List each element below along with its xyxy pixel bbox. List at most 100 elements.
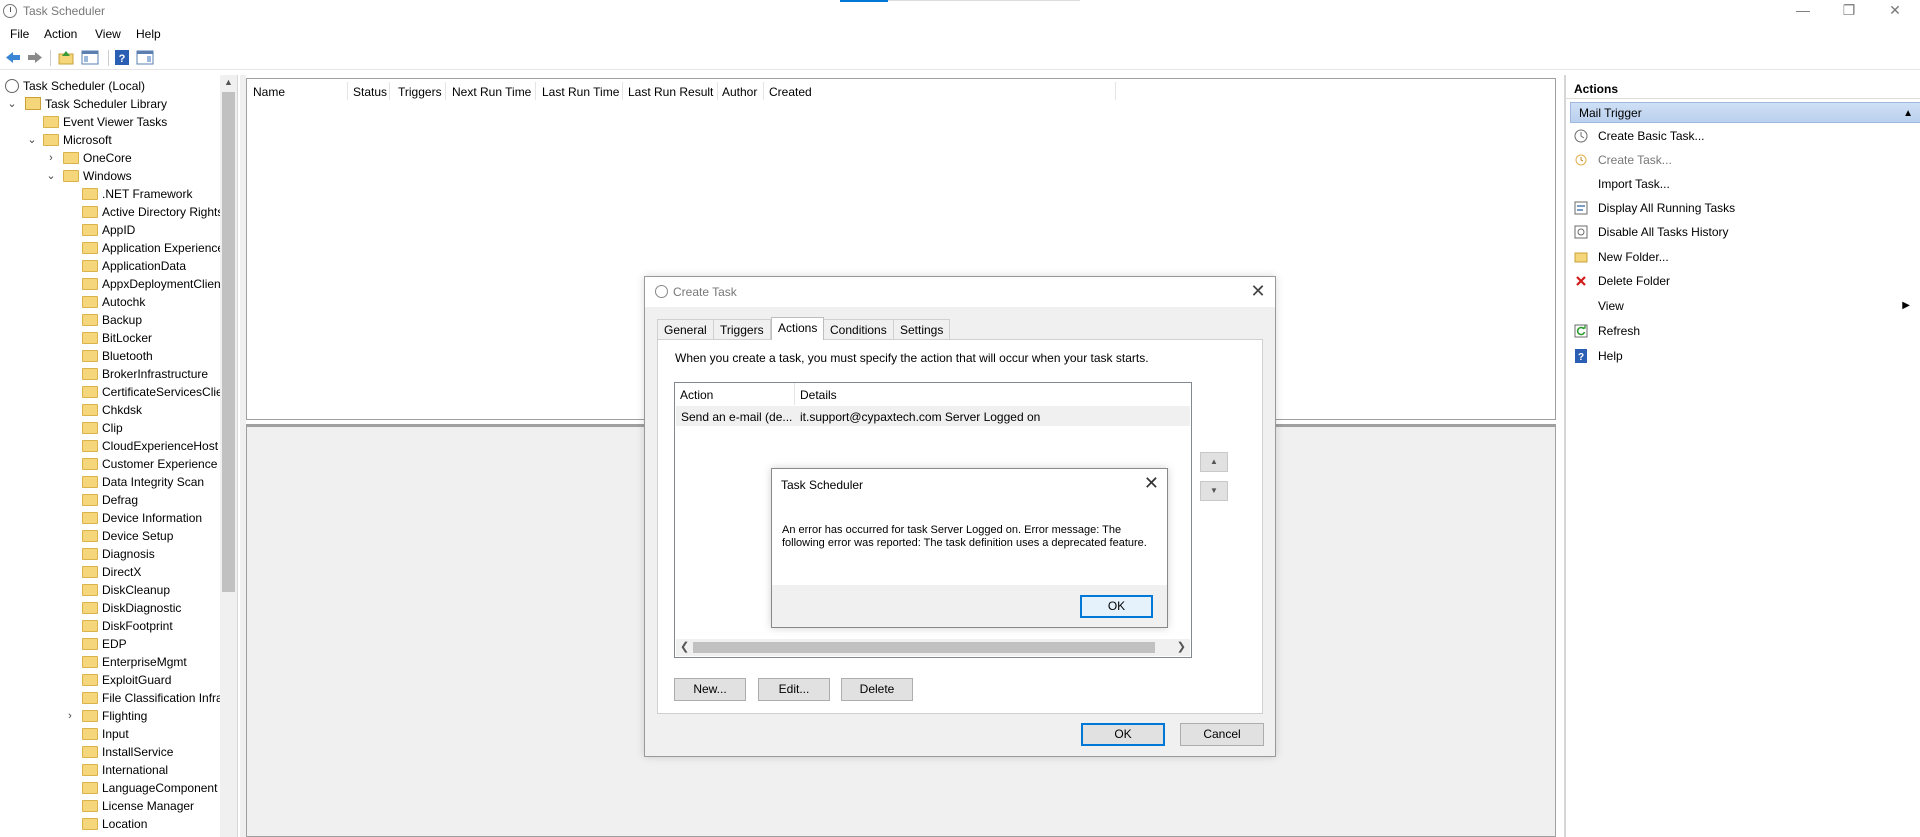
tree-item-task-scheduler-library[interactable]: Task Scheduler Library bbox=[25, 95, 167, 113]
tree-item-event-viewer-tasks[interactable]: Event Viewer Tasks bbox=[43, 113, 167, 131]
column-details[interactable]: Details bbox=[800, 388, 837, 402]
scroll-thumb[interactable] bbox=[693, 642, 1155, 653]
tab-general[interactable]: General bbox=[657, 319, 714, 339]
expand-arrow-icon[interactable]: ⌄ bbox=[7, 95, 17, 113]
tree-item-folder[interactable]: Device Information bbox=[82, 509, 202, 527]
tree-item-folder[interactable]: Location bbox=[82, 815, 147, 833]
help-icon[interactable]: ? bbox=[113, 49, 131, 66]
tree-item-folder[interactable]: Defrag bbox=[82, 491, 138, 509]
tree-item-folder[interactable]: CloudExperienceHost bbox=[82, 437, 218, 455]
tree-scrollbar[interactable]: ▲ bbox=[220, 75, 237, 837]
collapse-up-icon[interactable]: ▲ bbox=[1903, 103, 1913, 124]
tree-item-folder[interactable]: DirectX bbox=[82, 563, 141, 581]
tree-item-folder[interactable]: Customer Experience I bbox=[82, 455, 224, 473]
actions-section-mail-trigger[interactable]: Mail Trigger ▲ bbox=[1570, 102, 1920, 123]
forward-icon[interactable] bbox=[26, 49, 44, 66]
tree-item-folder[interactable]: Active Directory Rights bbox=[82, 203, 223, 221]
tree-item-folder[interactable]: EnterpriseMgmt bbox=[82, 653, 187, 671]
action-create-task[interactable]: Create Task... bbox=[1566, 150, 1918, 170]
tree-item-folder[interactable]: .NET Framework bbox=[82, 185, 192, 203]
list-item[interactable]: Send an e-mail (de... it.support@cypaxte… bbox=[676, 406, 1190, 426]
action-create-basic-task[interactable]: Create Basic Task... bbox=[1566, 126, 1918, 146]
column-status[interactable]: Status bbox=[353, 85, 387, 99]
tree-item-onecore[interactable]: OneCore bbox=[63, 149, 132, 167]
restore-button[interactable]: ❐ bbox=[1826, 0, 1872, 22]
tree-item-folder[interactable]: LanguageComponent bbox=[82, 779, 217, 797]
edit-action-button[interactable]: Edit... bbox=[758, 678, 830, 701]
tree-item-microsoft[interactable]: Microsoft bbox=[43, 131, 112, 149]
tree-item-folder[interactable]: DiskCleanup bbox=[82, 581, 170, 599]
tree-item-folder[interactable]: File Classification Infra bbox=[82, 689, 223, 707]
expand-arrow-icon[interactable]: ⌄ bbox=[27, 131, 37, 149]
tree-item-folder[interactable]: Flighting bbox=[82, 707, 147, 725]
action-import-task[interactable]: Import Task... bbox=[1566, 174, 1918, 194]
dialog-title-bar[interactable]: Create Task ✕ bbox=[645, 277, 1275, 307]
action-refresh[interactable]: Refresh bbox=[1566, 321, 1918, 341]
action-view[interactable]: View ▶ bbox=[1566, 296, 1918, 316]
move-down-button[interactable]: ▼ bbox=[1200, 481, 1228, 501]
column-triggers[interactable]: Triggers bbox=[398, 85, 442, 99]
tree-item-folder[interactable]: AppID bbox=[82, 221, 135, 239]
up-folder-icon[interactable] bbox=[57, 49, 75, 66]
scroll-left-icon[interactable]: ❮ bbox=[680, 640, 689, 653]
column-action[interactable]: Action bbox=[680, 388, 713, 402]
tab-settings[interactable]: Settings bbox=[893, 319, 951, 339]
tree-item-folder[interactable]: Clip bbox=[82, 419, 123, 437]
tree-item-folder[interactable]: BrokerInfrastructure bbox=[82, 365, 208, 383]
close-window-button[interactable]: ✕ bbox=[1872, 0, 1918, 22]
tree-item-folder[interactable]: ExploitGuard bbox=[82, 671, 171, 689]
tree-item-folder[interactable]: ApplicationData bbox=[82, 257, 186, 275]
ok-button[interactable]: OK bbox=[1081, 723, 1165, 746]
action-help[interactable]: ? Help bbox=[1566, 346, 1918, 366]
tree-item-folder[interactable]: Diagnosis bbox=[82, 545, 155, 563]
tab-conditions[interactable]: Conditions bbox=[823, 319, 894, 339]
tree-item-folder[interactable]: InstallService bbox=[82, 743, 173, 761]
tree-item-folder[interactable]: DiskDiagnostic bbox=[82, 599, 181, 617]
dialog-close-icon[interactable]: ✕ bbox=[1247, 281, 1269, 303]
tree-item-folder[interactable]: Data Integrity Scan bbox=[82, 473, 204, 491]
scroll-right-icon[interactable]: ❯ bbox=[1177, 640, 1186, 653]
column-last-run-result[interactable]: Last Run Result bbox=[628, 85, 713, 99]
action-new-folder[interactable]: New Folder... bbox=[1566, 247, 1918, 267]
show-hide-action-pane-icon[interactable] bbox=[136, 49, 154, 66]
menu-help[interactable]: Help bbox=[136, 27, 161, 41]
collapsed-arrow-icon[interactable]: › bbox=[65, 707, 75, 725]
show-hide-console-tree-icon[interactable] bbox=[81, 49, 99, 66]
action-disable-tasks-history[interactable]: Disable All Tasks History bbox=[1566, 222, 1918, 242]
delete-action-button[interactable]: Delete bbox=[841, 678, 913, 701]
column-author[interactable]: Author bbox=[722, 85, 757, 99]
tab-actions[interactable]: Actions bbox=[771, 317, 825, 340]
horizontal-scrollbar[interactable]: ❮ ❯ bbox=[676, 639, 1190, 656]
action-display-running-tasks[interactable]: Display All Running Tasks bbox=[1566, 198, 1918, 218]
tree-item-folder[interactable]: Backup bbox=[82, 311, 142, 329]
tree-item-folder[interactable]: BitLocker bbox=[82, 329, 152, 347]
message-close-icon[interactable]: ✕ bbox=[1144, 473, 1159, 494]
cancel-button[interactable]: Cancel bbox=[1180, 723, 1264, 746]
collapsed-arrow-icon[interactable]: › bbox=[46, 149, 56, 167]
menu-action[interactable]: Action bbox=[44, 27, 77, 41]
tree-item-folder[interactable]: License Manager bbox=[82, 797, 194, 815]
tree-scroll-thumb[interactable] bbox=[222, 92, 235, 592]
tree-item-folder[interactable]: Device Setup bbox=[82, 527, 173, 545]
back-icon[interactable] bbox=[4, 49, 22, 66]
move-up-button[interactable]: ▲ bbox=[1200, 452, 1228, 472]
tree-item-folder[interactable]: International bbox=[82, 761, 168, 779]
message-ok-button[interactable]: OK bbox=[1080, 595, 1153, 618]
scroll-up-icon[interactable]: ▲ bbox=[220, 77, 237, 87]
tree-item-folder[interactable]: Bluetooth bbox=[82, 347, 153, 365]
minimize-button[interactable]: — bbox=[1780, 0, 1826, 22]
menu-view[interactable]: View bbox=[95, 27, 121, 41]
new-action-button[interactable]: New... bbox=[674, 678, 746, 701]
column-created[interactable]: Created bbox=[769, 85, 812, 99]
tree-item-folder[interactable]: DiskFootprint bbox=[82, 617, 173, 635]
tab-triggers[interactable]: Triggers bbox=[713, 319, 771, 339]
column-next-run-time[interactable]: Next Run Time bbox=[452, 85, 531, 99]
tree-item-folder[interactable]: Autochk bbox=[82, 293, 145, 311]
tree-item-folder[interactable]: CertificateServicesClie bbox=[82, 383, 223, 401]
column-name[interactable]: Name bbox=[253, 85, 285, 99]
tree-item-folder[interactable]: Chkdsk bbox=[82, 401, 142, 419]
tree-item-windows[interactable]: Windows bbox=[63, 167, 132, 185]
tree-item-folder[interactable]: EDP bbox=[82, 635, 127, 653]
tree-item-folder[interactable]: AppxDeploymentClient bbox=[82, 275, 224, 293]
tree-item-folder[interactable]: Application Experience bbox=[82, 239, 224, 257]
